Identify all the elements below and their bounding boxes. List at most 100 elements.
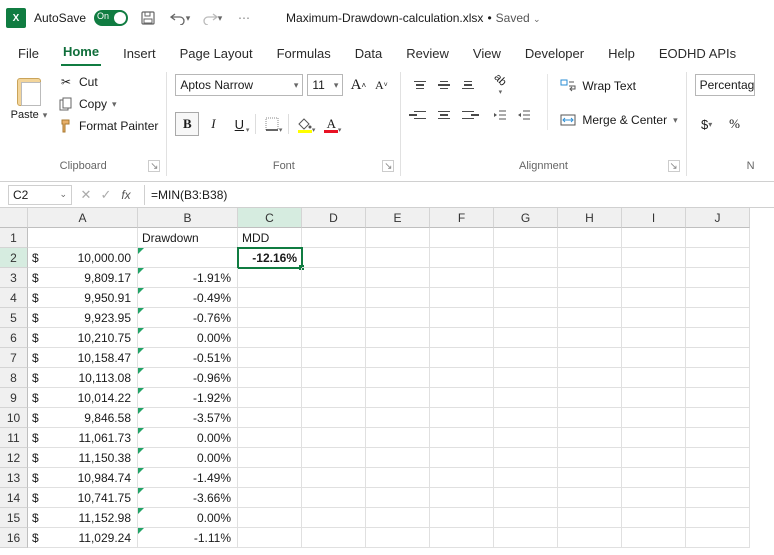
cell-C8[interactable] (238, 368, 302, 388)
cell-C5[interactable] (238, 308, 302, 328)
qat-customize-button[interactable]: ⋯ (232, 6, 256, 30)
tab-page-layout[interactable]: Page Layout (178, 41, 255, 66)
cell-I14[interactable] (622, 488, 686, 508)
cell-A15[interactable]: $11,152.98 (28, 508, 138, 528)
cell-D15[interactable] (302, 508, 366, 528)
cell-D7[interactable] (302, 348, 366, 368)
cell-C6[interactable] (238, 328, 302, 348)
cell-C9[interactable] (238, 388, 302, 408)
align-center-button[interactable] (433, 104, 455, 126)
column-header-C[interactable]: C (238, 208, 302, 228)
row-header-3[interactable]: 3 (0, 268, 28, 288)
percent-format-button[interactable]: % (723, 112, 747, 136)
cell-D10[interactable] (302, 408, 366, 428)
formula-input[interactable]: =MIN(B3:B38) (144, 185, 774, 205)
cell-G1[interactable] (494, 228, 558, 248)
cell-C12[interactable] (238, 448, 302, 468)
cell-H2[interactable] (558, 248, 622, 268)
column-header-G[interactable]: G (494, 208, 558, 228)
cell-E1[interactable] (366, 228, 430, 248)
cell-E9[interactable] (366, 388, 430, 408)
cell-D4[interactable] (302, 288, 366, 308)
column-header-B[interactable]: B (138, 208, 238, 228)
cell-J14[interactable] (686, 488, 750, 508)
increase-font-button[interactable]: A˄ (347, 74, 369, 96)
align-left-button[interactable] (409, 104, 431, 126)
copy-button[interactable]: Copy ▾ (58, 96, 158, 112)
cell-C3[interactable] (238, 268, 302, 288)
cell-B9[interactable]: -1.92% (138, 388, 238, 408)
cell-J9[interactable] (686, 388, 750, 408)
insert-function-button[interactable]: fx (118, 187, 134, 203)
cell-F8[interactable] (430, 368, 494, 388)
cell-E4[interactable] (366, 288, 430, 308)
column-header-A[interactable]: A (28, 208, 138, 228)
cell-I10[interactable] (622, 408, 686, 428)
cell-I8[interactable] (622, 368, 686, 388)
cell-I15[interactable] (622, 508, 686, 528)
font-name-dropdown[interactable]: Aptos Narrow▾ (175, 74, 303, 96)
increase-indent-button[interactable] (513, 104, 535, 126)
cell-B16[interactable]: -1.11% (138, 528, 238, 548)
tab-view[interactable]: View (471, 41, 503, 66)
cell-H14[interactable] (558, 488, 622, 508)
row-header-10[interactable]: 10 (0, 408, 28, 428)
cell-I12[interactable] (622, 448, 686, 468)
cell-F6[interactable] (430, 328, 494, 348)
cell-D13[interactable] (302, 468, 366, 488)
autosave-toggle[interactable]: On (94, 10, 128, 26)
cell-B12[interactable]: 0.00% (138, 448, 238, 468)
cell-B5[interactable]: -0.76% (138, 308, 238, 328)
cell-D12[interactable] (302, 448, 366, 468)
row-header-15[interactable]: 15 (0, 508, 28, 528)
cell-D8[interactable] (302, 368, 366, 388)
tab-insert[interactable]: Insert (121, 41, 158, 66)
cell-H6[interactable] (558, 328, 622, 348)
column-header-D[interactable]: D (302, 208, 366, 228)
cell-G4[interactable] (494, 288, 558, 308)
cell-J3[interactable] (686, 268, 750, 288)
cell-H3[interactable] (558, 268, 622, 288)
cell-G10[interactable] (494, 408, 558, 428)
cell-J13[interactable] (686, 468, 750, 488)
cell-E3[interactable] (366, 268, 430, 288)
cell-B10[interactable]: -3.57% (138, 408, 238, 428)
tab-file[interactable]: File (16, 41, 41, 66)
cell-I7[interactable] (622, 348, 686, 368)
cell-G8[interactable] (494, 368, 558, 388)
cell-J4[interactable] (686, 288, 750, 308)
cell-F2[interactable] (430, 248, 494, 268)
row-header-1[interactable]: 1 (0, 228, 28, 248)
cell-E14[interactable] (366, 488, 430, 508)
cell-G7[interactable] (494, 348, 558, 368)
row-header-5[interactable]: 5 (0, 308, 28, 328)
cell-E10[interactable] (366, 408, 430, 428)
cell-J12[interactable] (686, 448, 750, 468)
cancel-formula-icon[interactable]: ✕ (78, 187, 94, 203)
cell-C1[interactable]: MDD (238, 228, 302, 248)
font-color-button[interactable]: A▾ (319, 112, 343, 136)
cell-H12[interactable] (558, 448, 622, 468)
cell-E11[interactable] (366, 428, 430, 448)
row-header-4[interactable]: 4 (0, 288, 28, 308)
cell-J1[interactable] (686, 228, 750, 248)
cell-E2[interactable] (366, 248, 430, 268)
column-header-H[interactable]: H (558, 208, 622, 228)
row-header-14[interactable]: 14 (0, 488, 28, 508)
number-format-dropdown[interactable]: Percentag (695, 74, 755, 96)
align-middle-button[interactable] (433, 74, 455, 96)
cell-I16[interactable] (622, 528, 686, 548)
cell-C11[interactable] (238, 428, 302, 448)
cell-D9[interactable] (302, 388, 366, 408)
cell-B8[interactable]: -0.96% (138, 368, 238, 388)
format-painter-button[interactable]: Format Painter (58, 118, 158, 134)
cell-A5[interactable]: $9,923.95 (28, 308, 138, 328)
cell-C4[interactable] (238, 288, 302, 308)
cell-J6[interactable] (686, 328, 750, 348)
row-header-16[interactable]: 16 (0, 528, 28, 548)
clipboard-dialog-launcher-icon[interactable]: ↘ (148, 160, 160, 172)
row-header-9[interactable]: 9 (0, 388, 28, 408)
cell-J16[interactable] (686, 528, 750, 548)
cell-C13[interactable] (238, 468, 302, 488)
save-status[interactable]: Saved ⌄ (496, 11, 541, 25)
